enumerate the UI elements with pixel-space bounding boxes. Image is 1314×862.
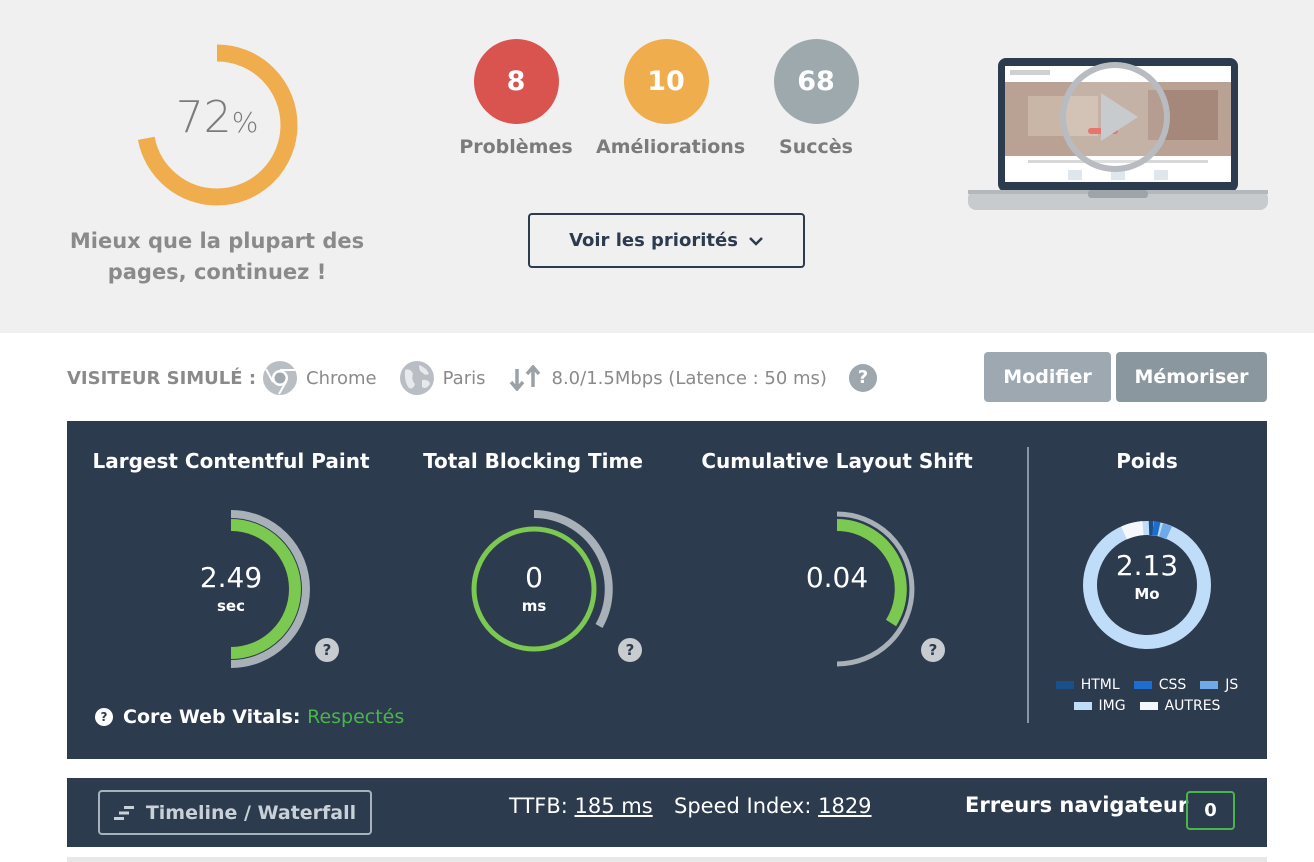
successes-count: 68 (773, 39, 859, 124)
improvements-label: Améliorations (596, 136, 746, 158)
bottom-bar: Timeline / Waterfall TTFB: 185 ms Speed … (67, 778, 1267, 847)
modify-button[interactable]: Modifier (984, 352, 1111, 402)
tbt-title: Total Blocking Time (423, 449, 643, 473)
lcp-help-icon[interactable]: ? (315, 638, 339, 662)
weight-title: Poids (1116, 449, 1178, 473)
laptop-screenshot (968, 58, 1268, 210)
legend-css: CSS (1133, 677, 1186, 693)
stat-problems[interactable]: 8 Problèmes (446, 39, 586, 158)
simulated-visitor-bar: VISITEUR SIMULÉ : Chrome Paris 8.0/1.5Mb… (67, 352, 1267, 404)
problems-count: 8 (473, 39, 559, 124)
tbt-gauge: 0 ms (454, 509, 614, 669)
speed-index-value-link[interactable]: 1829 (818, 794, 871, 818)
core-web-vitals-status: Respectés (307, 706, 405, 728)
metrics-divider (1027, 447, 1029, 723)
simulated-visitor-label: VISITEUR SIMULÉ : (67, 367, 257, 389)
cls-value: 0.04 (805, 561, 869, 594)
score-value: 72% (175, 92, 259, 143)
browser-errors-count[interactable]: 0 (1186, 791, 1235, 830)
speed-index: Speed Index: 1829 (674, 794, 872, 818)
ttfb-label: TTFB: (509, 794, 568, 818)
simulated-visitor-help-icon[interactable]: ? (848, 364, 877, 392)
tbt-value: 0 (525, 561, 543, 594)
weight-unit: Mo (1134, 585, 1160, 603)
tbt-help-icon[interactable]: ? (618, 638, 642, 662)
lcp-gauge: 2.49 sec (151, 509, 311, 669)
chrome-icon (263, 361, 298, 395)
timeline-waterfall-label: Timeline / Waterfall (145, 801, 357, 824)
stat-improvements[interactable]: 10 Améliorations (596, 39, 746, 158)
core-web-vitals: ? Core Web Vitals: Respectés (95, 706, 404, 728)
connection-label: 8.0/1.5Mbps (Latence : 50 ms) (551, 367, 827, 389)
browser-errors-label: Erreurs navigateur (965, 793, 1189, 817)
legend-other: AUTRES (1139, 698, 1220, 714)
timeline-waterfall-button[interactable]: Timeline / Waterfall (98, 790, 372, 835)
summary-panel: 72% Mieux que la plupart des pages, cont… (0, 0, 1314, 333)
stat-successes[interactable]: 68 Succès (746, 39, 886, 158)
weight-value: 2.13 (1115, 549, 1179, 582)
lcp-value: 2.49 (199, 561, 263, 594)
cls-gauge: 0.04 (757, 509, 917, 669)
browser-info: Chrome (262, 360, 377, 396)
legend-js: JS (1200, 677, 1238, 693)
view-priorities-label: Voir les priorités (569, 230, 738, 251)
ttfb: TTFB: 185 ms (509, 794, 653, 818)
speed-index-label: Speed Index: (674, 794, 812, 818)
location-info: Paris (399, 360, 486, 396)
improvements-count: 10 (623, 39, 709, 124)
up-down-arrows-icon (509, 365, 540, 391)
weight-donut: 2.13 Mo (1067, 497, 1227, 657)
legend-img: IMG (1073, 698, 1126, 714)
score-caption: Mieux que la plupart des pages, continue… (69, 229, 365, 284)
core-web-vitals-label: Core Web Vitals: (123, 706, 301, 728)
location-label: Paris (442, 367, 486, 389)
core-web-vitals-help-icon[interactable]: ? (95, 708, 113, 726)
save-button[interactable]: Mémoriser (1116, 352, 1267, 402)
lcp-unit: sec (217, 597, 245, 615)
legend-html: HTML (1055, 677, 1120, 693)
score-gauge: 72% (132, 40, 302, 210)
connection-info: 8.0/1.5Mbps (Latence : 50 ms) (508, 365, 827, 391)
problems-label: Problèmes (459, 136, 573, 158)
waterfall-icon (113, 805, 134, 820)
tbt-unit: ms (521, 597, 547, 615)
weight-legend: HTML CSS JS IMG AUTRES (1052, 677, 1242, 719)
chevron-down-icon (749, 236, 763, 246)
cls-title: Cumulative Layout Shift (701, 449, 973, 473)
successes-label: Succès (779, 136, 853, 158)
ttfb-value-link[interactable]: 185 ms (575, 794, 653, 818)
cls-help-icon[interactable]: ? (921, 638, 945, 662)
globe-icon (399, 361, 434, 395)
browser-label: Chrome (306, 367, 377, 389)
lcp-title: Largest Contentful Paint (92, 449, 370, 473)
page-video-preview[interactable] (968, 56, 1268, 212)
next-section-edge (67, 857, 1267, 862)
view-priorities-button[interactable]: Voir les priorités (528, 213, 805, 268)
play-icon (1060, 62, 1170, 172)
metrics-panel: Largest Contentful Paint 2.49 sec ? Tota… (67, 421, 1267, 759)
